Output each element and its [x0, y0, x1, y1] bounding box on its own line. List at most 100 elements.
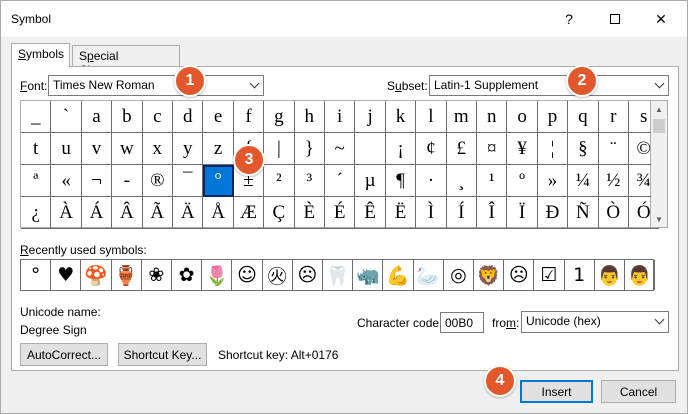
symbol-cell[interactable]: u [51, 133, 82, 165]
symbol-cell[interactable]: } [294, 133, 325, 165]
symbol-cell[interactable]: a [81, 101, 113, 133]
recent-symbol-cell[interactable]: 👨 [625, 260, 656, 290]
symbol-cell[interactable] [355, 133, 386, 165]
recent-symbol-cell[interactable]: 🏺 [112, 260, 142, 290]
recent-symbol-cell[interactable]: 🌷 [202, 260, 233, 290]
scroll-up-icon[interactable]: ▲ [651, 101, 667, 117]
symbol-cell[interactable]: Ñ [568, 197, 599, 229]
recent-symbol-cell[interactable]: ☺ [232, 260, 263, 290]
symbol-cell[interactable]: ¥ [507, 133, 538, 165]
symbol-cell[interactable]: ¿ [21, 197, 52, 229]
cancel-button[interactable]: Cancel [601, 380, 676, 403]
symbol-cell[interactable]: m [446, 101, 477, 133]
subset-dropdown-arrow[interactable] [650, 76, 668, 95]
symbol-cell[interactable]: h [294, 101, 325, 133]
recent-symbol-cell[interactable]: 🦢 [414, 260, 444, 290]
symbol-cell[interactable]: | [264, 133, 295, 165]
symbol-cell[interactable]: Æ [233, 197, 265, 229]
recent-symbol-cell[interactable]: ♥ [51, 260, 82, 290]
symbol-cell[interactable]: - [112, 165, 143, 197]
symbol-cell[interactable]: Ë [385, 197, 417, 229]
symbol-cell[interactable]: w [112, 133, 143, 165]
symbol-cell[interactable]: Ä [173, 197, 204, 229]
recent-symbol-cell[interactable]: 🦏 [353, 260, 384, 290]
symbol-cell[interactable]: c [142, 101, 173, 133]
symbol-cell[interactable]: k [385, 101, 417, 133]
symbol-cell[interactable]: z [203, 133, 234, 165]
symbol-cell[interactable]: ³ [294, 165, 325, 197]
symbol-cell[interactable]: y [173, 133, 204, 165]
symbol-cell[interactable]: ¬ [81, 165, 113, 197]
symbol-cell[interactable]: ² [264, 165, 295, 197]
symbol-cell[interactable]: Ê [355, 197, 386, 229]
symbol-cell[interactable]: ¡ [385, 133, 417, 165]
symbol-cell[interactable]: ¯ [173, 165, 204, 197]
symbol-cell[interactable]: Ò [598, 197, 629, 229]
from-select[interactable]: Unicode (hex) [521, 311, 669, 333]
symbol-cell[interactable]: £ [446, 133, 477, 165]
symbol-cell[interactable]: ¦ [537, 133, 569, 165]
symbol-cell[interactable]: ° [203, 165, 234, 197]
from-dropdown-arrow[interactable] [650, 312, 668, 331]
symbol-cell[interactable]: µ [355, 165, 386, 197]
shortcut-key-button[interactable]: Shortcut Key... [118, 343, 207, 366]
symbol-cell[interactable]: l [416, 101, 447, 133]
symbol-cell[interactable]: o [507, 101, 538, 133]
symbol-cell[interactable]: ` [51, 101, 82, 133]
symbol-cell[interactable]: ¶ [385, 165, 417, 197]
symbol-cell[interactable]: v [81, 133, 113, 165]
symbol-cell[interactable]: À [51, 197, 82, 229]
recent-symbol-cell[interactable]: 🍄 [81, 260, 112, 290]
symbol-cell[interactable]: · [416, 165, 447, 197]
maximize-button[interactable] [592, 1, 638, 37]
symbol-cell[interactable]: Á [81, 197, 113, 229]
symbol-cell[interactable]: x [142, 133, 173, 165]
recent-symbol-cell[interactable]: 1 [565, 260, 595, 290]
symbol-cell[interactable]: ½ [598, 165, 629, 197]
symbol-cell[interactable]: È [294, 197, 325, 229]
recent-symbol-cell[interactable]: 🦁 [474, 260, 505, 290]
recent-symbol-cell[interactable]: ✿ [172, 260, 203, 290]
symbol-cell[interactable]: ¼ [568, 165, 599, 197]
symbol-cell[interactable]: Ï [507, 197, 538, 229]
symbol-cell[interactable]: ´ [325, 165, 356, 197]
symbol-cell[interactable]: ¢ [416, 133, 447, 165]
recent-symbol-cell[interactable]: 💪 [383, 260, 414, 290]
symbol-cell[interactable]: r [598, 101, 629, 133]
symbol-cell[interactable]: ª [21, 165, 52, 197]
symbol-cell[interactable]: e [203, 101, 234, 133]
symbol-cell[interactable]: j [355, 101, 386, 133]
recent-symbol-cell[interactable]: 🦷 [323, 260, 354, 290]
symbol-cell[interactable]: Â [112, 197, 143, 229]
recent-symbol-cell[interactable]: 👨 [595, 260, 625, 290]
symbol-cell[interactable]: « [51, 165, 82, 197]
symbol-cell[interactable]: Î [477, 197, 508, 229]
character-code-input[interactable]: 00B0 [440, 312, 484, 333]
insert-button[interactable]: Insert [520, 380, 593, 403]
symbol-cell[interactable]: Ã [142, 197, 173, 229]
recent-symbol-cell[interactable]: ° [21, 260, 52, 290]
symbol-cell[interactable]: p [537, 101, 569, 133]
scroll-down-icon[interactable]: ▼ [651, 211, 667, 227]
font-dropdown-arrow[interactable] [245, 76, 263, 95]
symbol-cell[interactable]: § [568, 133, 599, 165]
recent-symbol-cell[interactable]: ◎ [444, 260, 474, 290]
scrollbar-thumb[interactable] [653, 119, 665, 133]
symbol-cell[interactable]: É [325, 197, 356, 229]
tab-symbols[interactable]: Symbols [11, 43, 70, 67]
symbol-cell[interactable]: º [507, 165, 538, 197]
autocorrect-button[interactable]: AutoCorrect... [20, 343, 108, 366]
symbol-cell[interactable]: d [173, 101, 204, 133]
recent-symbol-cell[interactable]: ☹ [504, 260, 535, 290]
symbol-cell[interactable]: t [21, 133, 52, 165]
symbol-cell[interactable]: i [325, 101, 356, 133]
symbol-cell[interactable]: ¨ [598, 133, 629, 165]
symbol-grid-scrollbar[interactable]: ▲ ▼ [651, 100, 668, 228]
recent-symbol-cell[interactable]: ☑ [534, 260, 565, 290]
subset-select[interactable]: Latin-1 Supplement [429, 75, 669, 96]
symbol-cell[interactable]: ¤ [477, 133, 508, 165]
symbol-cell[interactable]: f [233, 101, 265, 133]
symbol-cell[interactable]: ~ [325, 133, 356, 165]
close-button[interactable]: ✕ [638, 1, 684, 37]
symbol-cell[interactable]: Í [446, 197, 477, 229]
